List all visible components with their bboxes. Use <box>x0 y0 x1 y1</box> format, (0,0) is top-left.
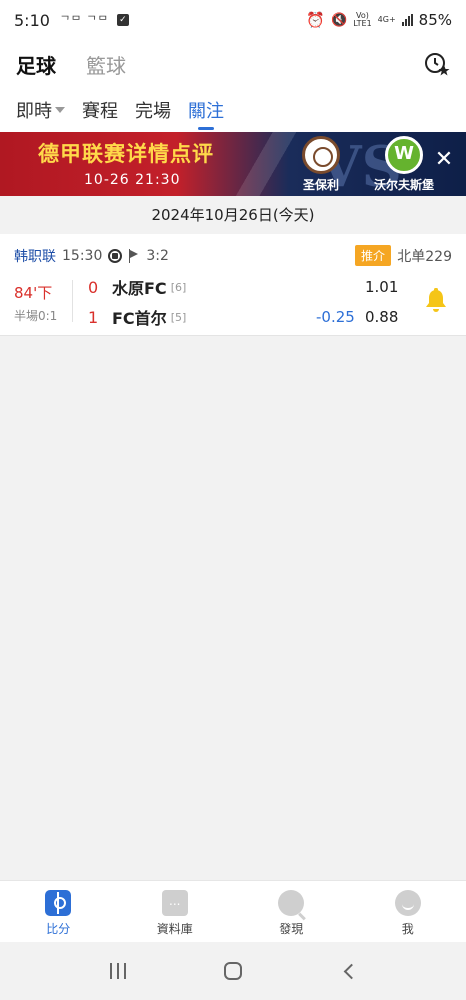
app-header: 足球 籃球 <box>0 40 466 88</box>
notification-icons: ᄀᄆ ᄀᄆ <box>59 14 109 27</box>
nav-item-score[interactable]: 比分 <box>0 881 117 942</box>
dropdown-caret-icon <box>55 107 65 113</box>
discover-icon <box>278 890 305 916</box>
banner-away-team: 沃尔夫斯堡 <box>373 178 434 192</box>
away-team-row: 1 FC首尔 [5] -0.25 0.88 <box>88 306 418 329</box>
football-icon <box>108 249 123 263</box>
nav-score-label: 比分 <box>46 922 71 936</box>
away-team-name: FC首尔 <box>112 309 167 328</box>
tab-finished-label: 完場 <box>135 101 171 122</box>
halftime-score: 半場0:1 <box>14 309 58 323</box>
alarm-icon: ⏰ <box>306 11 326 29</box>
volte-indicator: Vo) LTE1 <box>353 12 371 28</box>
tab-following-label: 關注 <box>188 101 224 122</box>
checkbox-notification-icon: ✓ <box>116 14 129 26</box>
home-button[interactable] <box>213 956 253 986</box>
corner-count: 3:2 <box>146 248 169 264</box>
system-navigation-bar <box>0 942 466 1000</box>
lottery-number: 北单229 <box>397 249 452 265</box>
nav-item-me[interactable]: 我 <box>350 881 466 942</box>
back-icon <box>343 963 360 979</box>
tab-schedule-label: 賽程 <box>82 101 118 122</box>
banner-home-team: 圣保利 <box>302 178 339 192</box>
nav-me-label: 我 <box>401 922 414 936</box>
filter-tabs: 即時 賽程 完場 關注 <box>0 88 466 132</box>
banner-datetime: 10-26 21:30 <box>84 172 181 188</box>
bell-icon[interactable] <box>424 288 448 314</box>
back-button[interactable] <box>328 956 368 986</box>
home-team-row: 0 水原FC [6] 1.01 <box>88 276 418 299</box>
history-clock-icon[interactable] <box>424 51 450 77</box>
network-type: 4G+ <box>377 15 396 24</box>
tab-schedule[interactable]: 賽程 <box>82 88 118 132</box>
banner-headline: 德甲联赛详情点评 <box>38 142 214 166</box>
sport-tab-football[interactable]: 足球 <box>16 50 56 79</box>
volte-bottom: LTE1 <box>353 19 372 28</box>
tab-live-label: 即時 <box>16 101 52 122</box>
away-team-rank: [5] <box>170 310 187 324</box>
corner-flag-icon <box>128 249 140 263</box>
mute-icon: 🔇 <box>331 12 348 28</box>
tab-finished[interactable]: 完場 <box>135 88 171 132</box>
nav-database-label: 資料庫 <box>156 922 193 936</box>
profile-icon <box>394 890 421 916</box>
database-icon <box>161 890 188 916</box>
signal-icon <box>401 14 413 26</box>
recent-apps-button[interactable] <box>98 956 138 986</box>
divider <box>72 280 73 322</box>
app-screen: 5:10 ᄀᄆ ᄀᄆ ✓ ⏰ 🔇 Vo) LTE1 4G+ 85% 足球 籃球 <box>0 0 466 1000</box>
recommend-badge[interactable]: 推介 <box>355 245 392 266</box>
home-score: 0 <box>88 277 99 297</box>
sport-tab-basketball[interactable]: 籃球 <box>86 50 126 79</box>
away-odds: 0.88 <box>365 308 399 326</box>
tab-following[interactable]: 關注 <box>188 88 224 132</box>
nav-discover-label: 發現 <box>279 922 304 936</box>
banner-close-icon[interactable]: ✕ <box>432 148 456 172</box>
kickoff-time: 15:30 <box>62 248 103 264</box>
away-handicap: -0.25 <box>316 308 355 326</box>
promo-banner[interactable]: 德甲联赛详情点评 10-26 21:30 VS 圣保利 沃尔夫斯堡 ✕ <box>0 132 466 196</box>
home-team-rank: [6] <box>170 280 187 294</box>
bottom-navigation: 比分 資料庫 發現 我 <box>0 880 466 942</box>
nav-item-discover[interactable]: 發現 <box>233 881 350 942</box>
status-time: 5:10 <box>14 10 50 30</box>
league-name[interactable]: 韩职联 <box>14 246 56 266</box>
st-pauli-logo-icon <box>302 136 340 174</box>
away-score: 1 <box>88 307 99 327</box>
battery-level: 85% <box>418 11 452 29</box>
date-header: 2024年10月26日(今天) <box>0 196 466 234</box>
match-card[interactable]: 韩职联 15:30 3:2 推介 北单229 84'下 半場0:1 0 水原FC… <box>0 234 466 336</box>
match-meta: 韩职联 15:30 3:2 <box>14 246 169 266</box>
banner-away-club: 沃尔夫斯堡 <box>366 136 442 193</box>
score-icon <box>45 890 72 916</box>
home-odds: 1.01 <box>365 278 399 296</box>
recent-apps-icon <box>109 963 126 979</box>
wolfsburg-logo-icon <box>385 136 423 174</box>
home-icon <box>223 962 242 980</box>
match-minute: 84'下 <box>14 284 53 302</box>
nav-item-database[interactable]: 資料庫 <box>117 881 234 942</box>
banner-home-club: 圣保利 <box>283 136 359 193</box>
home-team-name: 水原FC <box>112 279 167 298</box>
status-bar: 5:10 ᄀᄆ ᄀᄆ ✓ ⏰ 🔇 Vo) LTE1 4G+ 85% <box>0 0 466 40</box>
tab-live[interactable]: 即時 <box>16 88 65 132</box>
